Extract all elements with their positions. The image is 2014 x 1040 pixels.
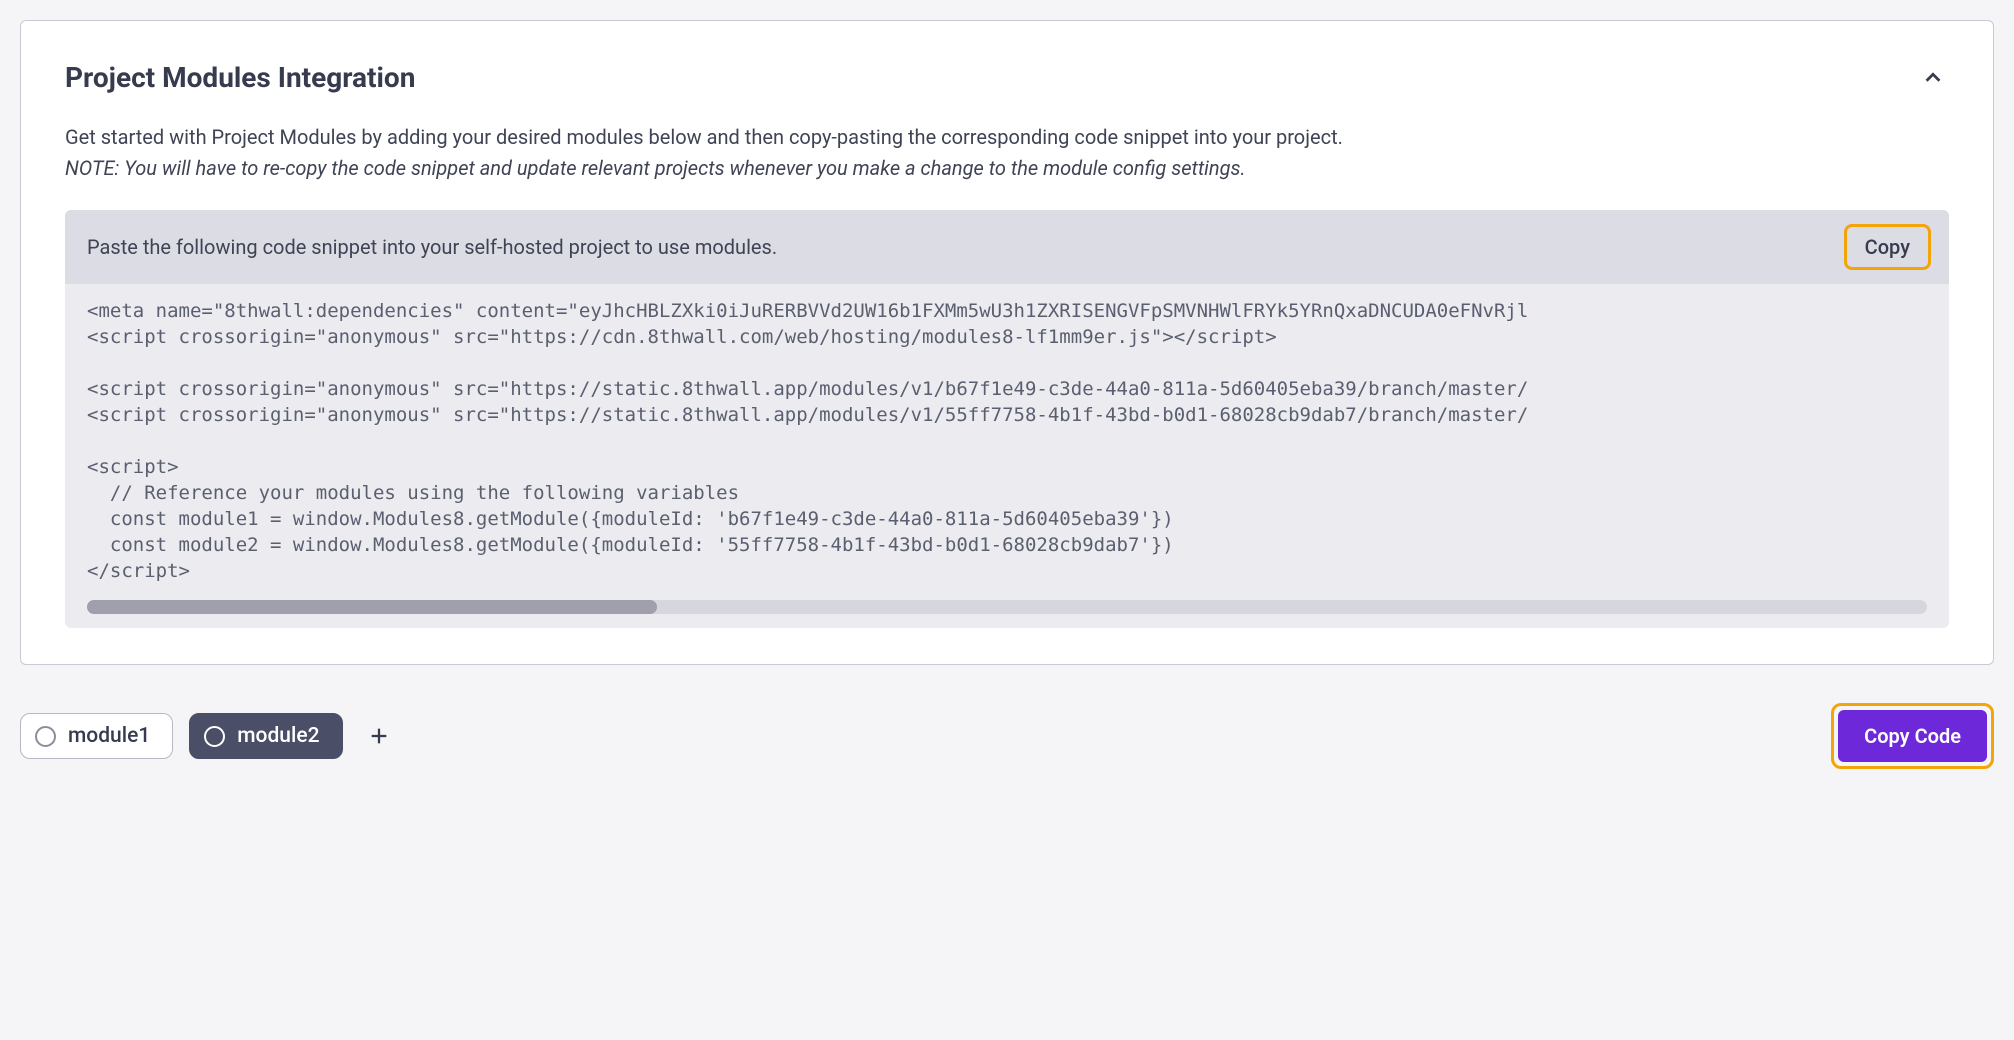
copy-code-button[interactable]: Copy Code xyxy=(1838,710,1987,762)
snippet-instructions: Paste the following code snippet into yo… xyxy=(87,235,777,259)
code-snippet-box: Paste the following code snippet into yo… xyxy=(65,210,1949,628)
horizontal-scrollbar[interactable] xyxy=(87,600,1927,614)
integration-panel: Project Modules Integration Get started … xyxy=(20,20,1994,665)
module-chip-label: module2 xyxy=(237,724,319,748)
footer-row: module1 module2 Copy Code xyxy=(20,703,1994,769)
modules-row: module1 module2 xyxy=(20,713,393,759)
panel-title: Project Modules Integration xyxy=(65,61,415,94)
module-chip-label: module1 xyxy=(68,724,150,748)
copy-button[interactable]: Copy xyxy=(1844,224,1931,270)
plus-icon xyxy=(368,725,390,747)
scrollbar-thumb[interactable] xyxy=(87,600,657,614)
circle-icon xyxy=(35,726,56,747)
module-chip-module2[interactable]: module2 xyxy=(189,713,342,759)
collapse-toggle[interactable] xyxy=(1917,62,1949,94)
code-snippet: <meta name="8thwall:dependencies" conten… xyxy=(87,298,1927,584)
copy-code-highlight: Copy Code xyxy=(1831,703,1994,769)
add-module-button[interactable] xyxy=(365,722,393,750)
circle-icon xyxy=(204,726,225,747)
snippet-header: Paste the following code snippet into yo… xyxy=(65,210,1949,284)
panel-note: NOTE: You will have to re-copy the code … xyxy=(65,153,1949,184)
module-chip-module1[interactable]: module1 xyxy=(20,713,173,759)
panel-header: Project Modules Integration xyxy=(65,61,1949,94)
panel-description: Get started with Project Modules by addi… xyxy=(65,122,1949,153)
code-area[interactable]: <meta name="8thwall:dependencies" conten… xyxy=(65,284,1949,594)
chevron-up-icon xyxy=(1922,67,1944,89)
